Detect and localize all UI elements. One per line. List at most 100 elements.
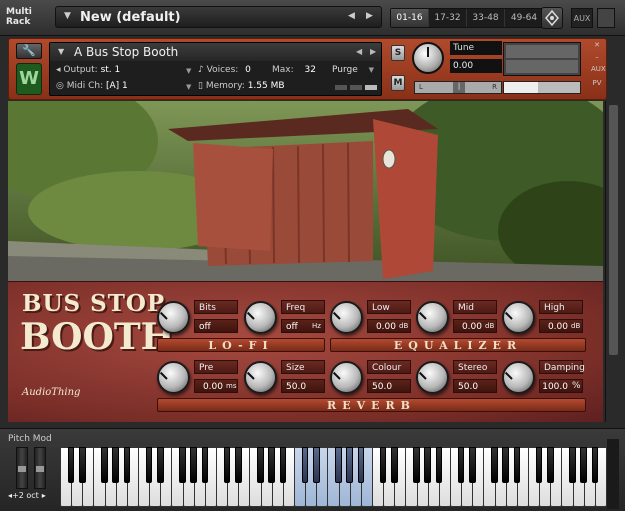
param-value[interactable]: 50.0 [281, 379, 325, 393]
pitch-wheel[interactable] [16, 447, 28, 489]
black-key[interactable] [546, 447, 554, 483]
octave-shift[interactable]: ◂+2 oct ▸ [8, 491, 46, 500]
range-tab[interactable]: 33-48 [467, 9, 505, 27]
dropdown-arrow-icon[interactable]: ▼ [64, 11, 71, 21]
black-key[interactable] [156, 447, 164, 483]
minimize-icon[interactable]: – [591, 53, 603, 61]
instrument-icon[interactable]: W [16, 63, 42, 95]
range-tab[interactable]: 49-64 [505, 9, 543, 27]
black-key[interactable] [424, 447, 432, 483]
black-key[interactable] [357, 447, 365, 483]
black-key[interactable] [468, 447, 476, 483]
black-key[interactable] [379, 447, 387, 483]
output-value[interactable]: st. 1 [101, 65, 121, 75]
aux-icon[interactable]: AUX [591, 65, 606, 73]
aux-button[interactable]: AUX [571, 8, 593, 28]
stereo-knob[interactable] [416, 361, 449, 394]
memory-label: Memory: [205, 81, 245, 91]
black-key[interactable] [257, 447, 264, 483]
tune-value[interactable]: 0.00 [450, 59, 502, 73]
instrument-name-row[interactable]: ▼ A Bus Stop Booth ◀ ▶ [50, 43, 381, 61]
next-instrument-icon[interactable]: ▶ [370, 47, 376, 56]
param-unit: dB [571, 322, 581, 330]
instrument-name[interactable]: A Bus Stop Booth [74, 45, 178, 59]
black-key[interactable] [301, 447, 309, 483]
wrench-icon[interactable]: 🔧 [16, 43, 42, 59]
pan-slider[interactable]: L | R [414, 81, 502, 94]
purge-dropdown-icon[interactable]: ▼ [369, 66, 374, 74]
bits-knob[interactable] [157, 301, 190, 334]
instrument-scrollbar[interactable] [605, 101, 621, 422]
param-value[interactable]: 50.0 [367, 379, 411, 393]
black-key[interactable] [279, 447, 287, 483]
damping-knob[interactable] [502, 361, 535, 394]
pre-delay-knob[interactable] [157, 361, 190, 394]
black-key[interactable] [435, 447, 443, 483]
preset-selector[interactable]: ▼ New (default) ◀ ▶ [55, 6, 382, 28]
output-dropdown-icon[interactable]: ▼ [186, 67, 191, 75]
low-knob[interactable] [330, 301, 363, 334]
preset-name[interactable]: New (default) [80, 10, 181, 25]
black-key[interactable] [569, 447, 576, 483]
param-value[interactable]: off [194, 319, 238, 333]
black-key[interactable] [78, 447, 86, 483]
volume-slider[interactable] [503, 81, 581, 94]
black-key[interactable] [312, 447, 320, 483]
black-key[interactable] [457, 447, 465, 483]
close-icon[interactable]: ✕ [591, 41, 603, 49]
sync-icon[interactable] [541, 7, 563, 29]
black-key[interactable] [580, 447, 588, 483]
piano-keyboard[interactable] [60, 447, 607, 507]
dropdown-arrow-icon[interactable]: ▼ [58, 47, 64, 56]
tune-knob[interactable] [412, 42, 444, 74]
black-key[interactable] [502, 447, 510, 483]
range-tab[interactable]: 01-16 [391, 9, 429, 27]
purge-button[interactable]: Purge ▼ [332, 65, 378, 78]
scrollbar-thumb[interactable] [609, 105, 618, 355]
max-value[interactable]: 32 [305, 65, 316, 75]
param-value[interactable]: 50.0 [453, 379, 497, 393]
high-knob[interactable] [502, 301, 535, 334]
freq-knob[interactable] [244, 301, 277, 334]
pan-handle[interactable]: | [453, 82, 465, 93]
midi-dropdown-icon[interactable]: ▼ [186, 83, 191, 91]
black-key[interactable] [535, 447, 543, 483]
black-key[interactable] [179, 447, 186, 483]
black-key[interactable] [491, 447, 498, 483]
black-key[interactable] [413, 447, 420, 483]
param-label: Low [367, 300, 411, 314]
mid-knob[interactable] [416, 301, 449, 334]
black-key[interactable] [145, 447, 153, 483]
midi-channel-field[interactable]: ◎ Midi Ch: [A] 1 [56, 81, 128, 91]
aux-toggle-button[interactable] [597, 8, 615, 28]
next-preset-icon[interactable]: ▶ [366, 11, 373, 21]
black-key[interactable] [335, 447, 342, 483]
octave-up-icon[interactable]: ▸ [42, 491, 46, 500]
black-key[interactable] [67, 447, 75, 483]
pv-icon[interactable]: PV [591, 79, 603, 87]
size-knob[interactable] [244, 361, 277, 394]
black-key[interactable] [112, 447, 120, 483]
black-key[interactable] [201, 447, 209, 483]
black-key[interactable] [123, 447, 131, 483]
black-key[interactable] [234, 447, 242, 483]
colour-knob[interactable] [330, 361, 363, 394]
prev-instrument-icon[interactable]: ◀ [356, 47, 362, 56]
black-key[interactable] [223, 447, 231, 483]
midi-value[interactable]: [A] 1 [106, 81, 128, 91]
range-tab[interactable]: 17-32 [429, 9, 467, 27]
black-key[interactable] [390, 447, 398, 483]
keyboard-scrollbar[interactable] [607, 439, 619, 509]
mod-wheel[interactable] [34, 447, 46, 489]
black-key[interactable] [268, 447, 276, 483]
black-key[interactable] [101, 447, 108, 483]
black-key[interactable] [591, 447, 599, 483]
max-voices-field[interactable]: Max: 32 [272, 65, 316, 75]
mute-button[interactable]: M [391, 75, 405, 91]
black-key[interactable] [513, 447, 521, 483]
prev-preset-icon[interactable]: ◀ [348, 11, 355, 21]
black-key[interactable] [346, 447, 354, 483]
solo-button[interactable]: S [391, 45, 405, 61]
black-key[interactable] [190, 447, 198, 483]
output-field[interactable]: ◂ Output: st. 1 [56, 65, 120, 75]
